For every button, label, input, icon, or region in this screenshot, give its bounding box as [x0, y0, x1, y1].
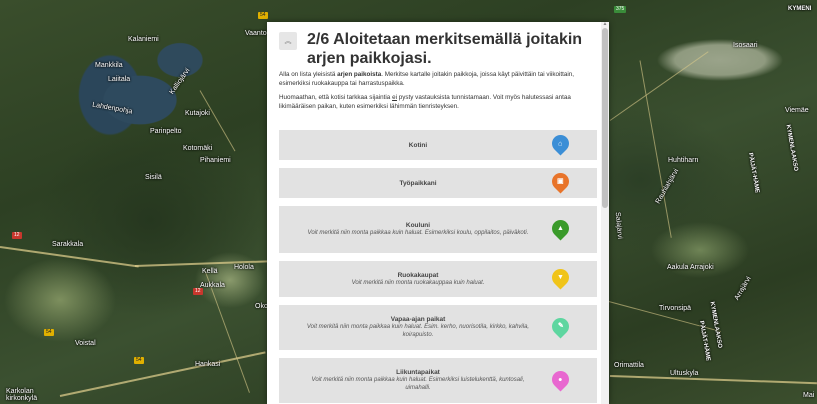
intro-paragraph-1: Alla on lista yleisistä arjen paikoista.… — [279, 71, 599, 88]
map-label: Voistal — [75, 340, 96, 347]
map-label: Sisilä — [145, 174, 162, 181]
place-item-label: Liikuntapaikat — [396, 369, 440, 376]
map-label: Laiitala — [108, 76, 131, 83]
road-number-shield: 375 — [614, 6, 627, 13]
map-label: Viemäe — [785, 107, 809, 114]
graduation-cap-icon[interactable]: ▲ — [548, 215, 573, 241]
place-item-home[interactable]: Kotini ⌂ — [279, 130, 597, 160]
map-label: Sarakkala — [52, 241, 84, 248]
map-label: Huhtiharn — [668, 157, 699, 164]
intro-text-part: Alla on lista yleisistä — [279, 71, 338, 78]
road — [199, 90, 236, 152]
place-item-school[interactable]: Kouluni Voit merkitä niin monta paikkaa … — [279, 206, 597, 253]
road-number-shield: 12 — [12, 232, 22, 239]
survey-panel: ▲ ︽ 2/6 Aloitetaan merkitsemällä joitaki… — [267, 22, 609, 404]
intro-text: Alla on lista yleisistä arjen paikoista.… — [279, 71, 599, 117]
map-label: KYMENLAAKSO — [784, 124, 799, 172]
scrollbar[interactable]: ▲ — [601, 22, 609, 404]
place-list: Kotini ⌂ Työpaikkani ▣ Kouluni Voit merk… — [279, 130, 597, 404]
place-item-label: Ruokakaupat — [397, 271, 439, 279]
place-item-hint: Voit merkitä niin monta paikkaa kuin hal… — [306, 324, 530, 338]
map-label: Hankasi — [195, 361, 221, 368]
pin-glyph: ▣ — [557, 178, 564, 185]
map-label: Arrajärvi — [733, 275, 753, 302]
map-label: Kutajoki — [185, 110, 210, 117]
map-label: PÄIJÄT-HÄME — [746, 152, 760, 194]
shopping-cart-icon[interactable]: ▼ — [548, 265, 573, 290]
page-title: 2/6 Aloitetaan merkitsemällä joitakin ar… — [307, 31, 583, 67]
map-label: Parinpelto — [150, 128, 182, 135]
map-label: Kellä — [202, 268, 218, 275]
map-label: Ultuskyla — [670, 370, 699, 377]
place-item-label: Kouluni — [405, 222, 431, 229]
road-number-shield: 54 — [134, 357, 144, 364]
runner-icon[interactable]: ● — [548, 366, 573, 392]
road — [0, 246, 139, 268]
collapse-button[interactable]: ︽ — [279, 32, 297, 50]
road — [609, 51, 709, 121]
map-label: PÄIJÄT-HÄME — [697, 320, 711, 362]
map-label: Mankkila — [95, 62, 123, 69]
map-label: Holola — [234, 264, 254, 271]
pin-glyph: ✎ — [557, 322, 564, 330]
intro-text-part: Huomaathan, että kotisi tarkkaa sijainti… — [279, 94, 393, 102]
place-item-label: Työpaikkani — [399, 179, 437, 187]
road — [609, 375, 817, 385]
road-number-shield: 54 — [258, 12, 268, 19]
place-item-grocery[interactable]: Ruokakaupat Voit merkitä niin monta ruok… — [279, 261, 597, 297]
map-label: Isosaari — [733, 42, 758, 49]
pin-glyph: ⌂ — [558, 140, 563, 148]
place-item-sports[interactable]: Liikuntapaikat Voit merkitä niin monta p… — [279, 358, 597, 403]
scrollbar-thumb[interactable] — [602, 28, 608, 208]
place-item-leisure[interactable]: Vapaa-ajan paikat Voit merkitä niin mont… — [279, 305, 597, 350]
road-number-shield: 12 — [193, 288, 203, 295]
place-item-hint: Voit merkitä niin monta ruokakauppaa kui… — [351, 279, 485, 286]
map-label: Orimattila — [614, 362, 644, 369]
map-label: Pihaniemi — [200, 157, 231, 164]
place-item-hint: Voit merkitä niin monta paikkaa kuin hal… — [307, 230, 529, 236]
briefcase-icon[interactable]: ▣ — [548, 169, 573, 194]
map-label: Kalaniemi — [128, 36, 159, 43]
road — [59, 351, 266, 397]
pin-glyph: ▲ — [557, 224, 564, 232]
map-label: KYMENLAAKSO — [708, 301, 723, 349]
place-item-hint: Voit merkitä niin monta paikkaa kuin hal… — [311, 377, 525, 391]
road-number-shield: 54 — [44, 329, 54, 336]
map-label: Lahdenpohja — [91, 101, 133, 116]
chevron-up-icon: ︽ — [284, 38, 292, 45]
map-label: Vaanto — [245, 30, 267, 37]
place-item-label: Vapaa-ajan paikat — [390, 316, 446, 323]
place-item-work[interactable]: Työpaikkani ▣ — [279, 168, 597, 198]
pin-glyph: ▼ — [557, 274, 564, 281]
pencil-icon[interactable]: ✎ — [548, 313, 573, 339]
map-label: Kotomäki — [183, 145, 213, 152]
intro-paragraph-2: Huomaathan, että kotisi tarkkaa sijainti… — [279, 94, 599, 111]
map-label: Mai — [803, 392, 815, 399]
map-label: Aakula Arrajoki — [667, 264, 714, 271]
map-label: Kalliojärvi — [168, 67, 192, 96]
map-label: KYMENI — [788, 6, 812, 12]
map-label: Okc — [255, 303, 268, 310]
map-label: Tirvonsipä — [659, 305, 692, 312]
map-label: Karkolan kirkonkylä — [6, 388, 38, 402]
pin-glyph: ● — [558, 375, 563, 383]
scroll-up-arrow-icon[interactable]: ▲ — [602, 22, 608, 27]
map-label: Aukkala — [200, 282, 225, 289]
map-label: Salajärvi — [613, 211, 624, 240]
panel-header: ︽ 2/6 Aloitetaan merkitsemällä joitakin … — [279, 30, 589, 68]
place-item-label: Kotini — [408, 141, 428, 149]
intro-emphasis: arjen paikoista — [337, 71, 382, 78]
home-icon[interactable]: ⌂ — [548, 131, 573, 156]
